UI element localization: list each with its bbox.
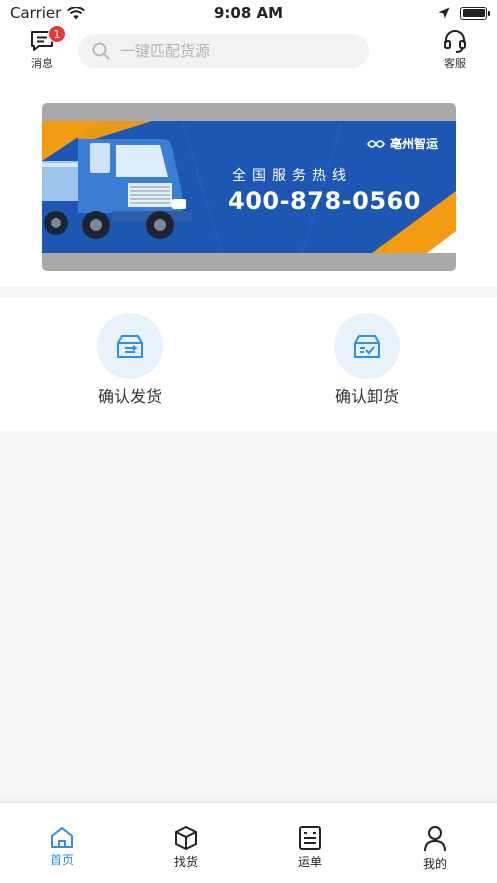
customer-service-button[interactable]: 客服 (434, 28, 476, 74)
banner-logo-text: 亳州智运 (389, 137, 438, 151)
tab-home[interactable]: 首页 (27, 825, 97, 868)
carrier-label: Carrier (10, 4, 62, 22)
messages-label: 消息 (31, 57, 53, 70)
status-right (438, 6, 490, 20)
waybill-icon (299, 826, 321, 850)
banner-phone: 400-878-0560 (228, 187, 421, 215)
banner-area: 亳州智运 全国服务热线 400-878-0560 (0, 78, 497, 286)
ship-box-icon (117, 335, 143, 358)
banner-logo: 亳州智运 (366, 135, 438, 152)
truck-image (42, 139, 192, 239)
tab-bar: 首页 找货 运单 我的 (0, 802, 497, 883)
location-arrow-icon (438, 7, 450, 19)
header: 1 消息 客服 (0, 25, 497, 78)
confirm-unload-icon-bg (334, 313, 400, 379)
hotline-banner[interactable]: 亳州智运 全国服务热线 400-878-0560 (42, 103, 456, 271)
package-icon (175, 826, 197, 850)
tab-find-goods[interactable]: 找货 (151, 825, 221, 870)
confirm-unload-button[interactable]: 确认卸货 (297, 313, 437, 407)
tab-mine[interactable]: 我的 (400, 825, 470, 872)
confirm-shipment-icon-bg (97, 313, 163, 379)
tab-home-label: 首页 (49, 853, 74, 867)
message-badge: 1 (48, 25, 66, 43)
wifi-icon (67, 6, 86, 19)
confirm-unload-label: 确认卸货 (334, 387, 399, 406)
search-input[interactable] (120, 42, 360, 60)
status-bar: Carrier 9:08 AM (0, 0, 497, 26)
quick-actions: 确认发货 确认卸货 (0, 298, 497, 431)
messages-button[interactable]: 1 消息 (22, 25, 66, 74)
tab-mine-label: 我的 (422, 857, 447, 871)
tab-find-goods-label: 找货 (173, 855, 198, 869)
unload-box-icon (354, 335, 380, 358)
banner-tagline: 全国服务热线 (232, 168, 352, 184)
home-icon (51, 827, 73, 848)
user-icon (424, 826, 446, 852)
headset-icon (444, 30, 466, 53)
search-bar[interactable] (78, 34, 369, 68)
search-icon (92, 42, 110, 60)
tab-waybill[interactable]: 运单 (275, 825, 345, 870)
confirm-shipment-label: 确认发货 (97, 387, 162, 406)
tab-waybill-label: 运单 (297, 855, 322, 869)
customer-service-label: 客服 (444, 57, 466, 70)
status-left: Carrier (10, 4, 86, 22)
battery-icon (460, 6, 490, 20)
confirm-shipment-button[interactable]: 确认发货 (60, 313, 200, 407)
banner-background: 亳州智运 全国服务热线 400-878-0560 (42, 121, 456, 253)
brand-logo-icon (367, 139, 385, 148)
